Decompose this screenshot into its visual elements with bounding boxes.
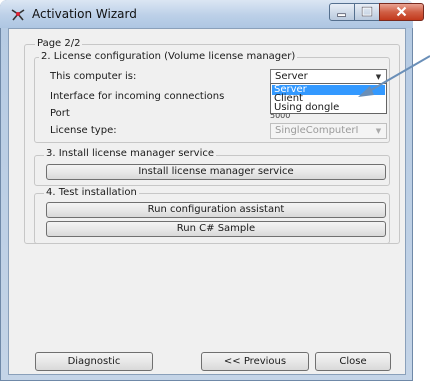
maximize-button[interactable]: [354, 3, 380, 21]
port-label: Port: [50, 108, 70, 119]
chevron-down-icon[interactable]: ▼: [373, 70, 384, 84]
license-config-caption: 2. License configuration (Volume license…: [39, 51, 298, 62]
maximize-icon: [361, 6, 373, 17]
computer-role-dropdown[interactable]: Server Client Using dongle: [270, 83, 387, 114]
run-csharp-sample-button[interactable]: Run C# Sample: [46, 221, 386, 237]
diagnostic-button[interactable]: Diagnostic: [35, 352, 153, 371]
close-icon: [396, 6, 407, 17]
license-type-select: SingleComputerI ▼: [270, 123, 387, 139]
title-bar[interactable]: Activation Wizard: [0, 0, 424, 28]
license-type-label: License type:: [50, 125, 117, 136]
close-button[interactable]: Close: [315, 352, 391, 371]
computer-role-label: This computer is:: [50, 71, 137, 82]
dropdown-option-dongle[interactable]: Using dongle: [272, 103, 385, 113]
computer-role-value: Server: [275, 71, 308, 82]
interface-label: Interface for incoming connections: [50, 91, 225, 102]
page-indicator: Page 2/2: [35, 38, 83, 49]
close-window-button[interactable]: [379, 3, 424, 21]
previous-button[interactable]: << Previous: [201, 352, 309, 371]
chevron-down-icon: ▼: [375, 127, 382, 135]
run-config-assistant-button[interactable]: Run configuration assistant: [46, 202, 386, 218]
install-service-caption: 3. Install license manager service: [44, 148, 217, 159]
window-title: Activation Wizard: [32, 7, 137, 21]
install-service-button[interactable]: Install license manager service: [46, 164, 386, 180]
test-installation-caption: 4. Test installation: [44, 187, 139, 198]
minimize-button[interactable]: [329, 3, 355, 21]
wizard-app-icon: [11, 9, 25, 21]
minimize-icon: [337, 13, 346, 17]
license-type-value: SingleComputerI: [275, 125, 359, 136]
